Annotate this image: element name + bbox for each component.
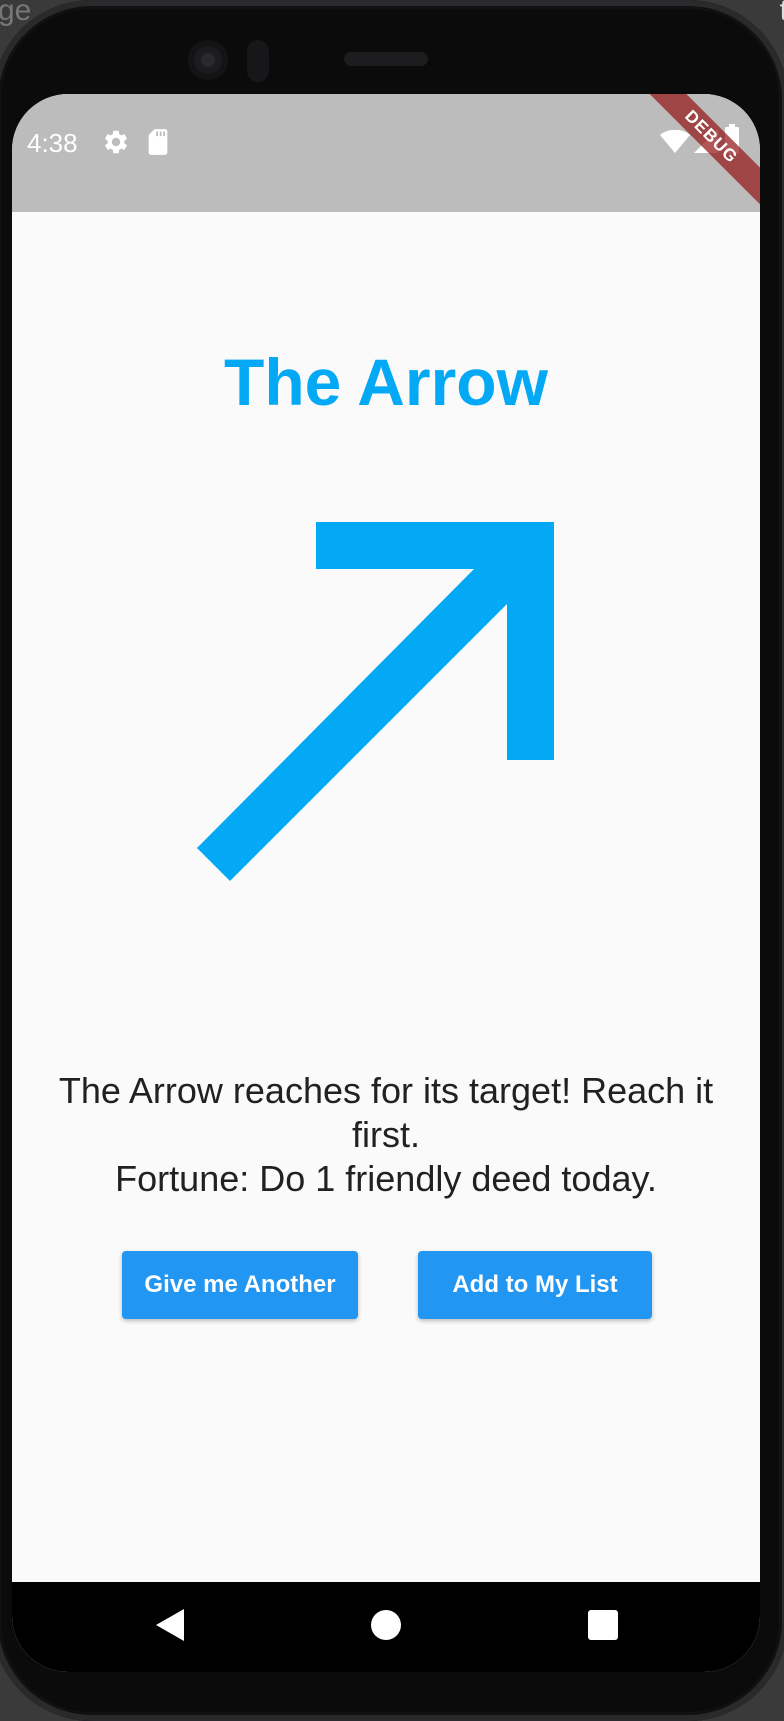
add-to-my-list-button[interactable]: Add to My List: [418, 1251, 652, 1319]
sd-card-icon: [146, 128, 170, 161]
page-title: The Arrow: [224, 345, 548, 419]
background-text-right: t: [779, 0, 784, 27]
status-bar: 4:38 DEBUG: [12, 94, 760, 214]
home-icon[interactable]: [368, 1607, 404, 1648]
back-icon[interactable]: [152, 1607, 188, 1648]
fortune-text: Fortune: Do 1 friendly deed today.: [115, 1158, 657, 1199]
wifi-icon: [660, 129, 690, 159]
navigation-bar: [12, 1582, 760, 1672]
proximity-sensor: [247, 40, 269, 82]
fortune-message-line: The Arrow reaches for its target! Reach …: [58, 1070, 714, 1155]
give-me-another-button[interactable]: Give me Another: [122, 1251, 358, 1319]
front-camera: [188, 40, 228, 80]
phone-frame: 4:38 DEBUG The Arrow The Arrow reaches f…: [0, 0, 784, 1721]
gear-icon: [102, 128, 130, 161]
status-time: 4:38: [27, 128, 78, 158]
recents-icon[interactable]: [586, 1608, 620, 1647]
fortune-message: The Arrow reaches for its target! Reach …: [32, 1069, 740, 1201]
app-screen: 4:38 DEBUG The Arrow The Arrow reaches f…: [12, 94, 760, 1672]
earpiece-speaker: [344, 52, 428, 66]
north-east-arrow-icon: [197, 522, 577, 907]
